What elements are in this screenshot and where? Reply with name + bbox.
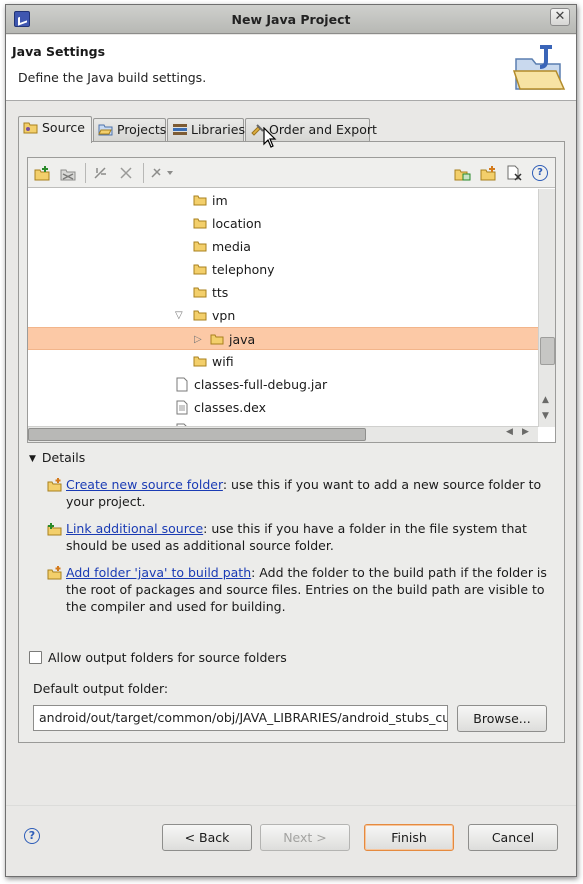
scroll-up-arrow-icon[interactable]: ▲ [542,395,549,405]
close-button[interactable]: ✕ [550,8,570,26]
remove-icon[interactable] [506,165,523,181]
create-folder-icon [47,478,62,492]
wizard-header: Java Settings Define the Java build sett… [6,35,576,101]
folder-icon [193,218,207,229]
tree-item-label: classes-full-debug.jar [194,377,328,392]
configure-dropdown-icon[interactable] [150,165,176,181]
vertical-scroll-thumb[interactable] [540,337,555,365]
remove-link-icon[interactable] [118,165,135,181]
tab-libraries[interactable]: Libraries [167,118,245,142]
detail-add-to-build-path: Add folder 'java' to build path: Add the… [47,564,552,615]
libraries-icon [173,124,187,135]
tree-item[interactable]: telephony [28,258,538,281]
tab-projects-label: Projects [117,122,167,137]
add-source-folder-icon[interactable] [34,165,51,181]
browse-button[interactable]: Browse... [457,705,547,732]
detail-create-source-folder: Create new source folder: use this if yo… [47,476,552,510]
tree-item-label: media [212,239,251,254]
page-subtitle: Define the Java build settings. [18,70,207,85]
link-source-folder-icon [47,523,62,536]
tree-item[interactable]: wifi [28,350,538,373]
tree-item[interactable]: media [28,235,538,258]
tree-item[interactable]: location [28,212,538,235]
folder-icon [193,241,207,252]
footer-divider [6,805,576,806]
tree-item-label: java [229,332,256,347]
expand-arrow-icon[interactable]: ▷ [194,328,202,351]
next-button[interactable]: Next > [260,824,350,851]
tree-item-label: location [212,216,262,231]
details-toggle[interactable]: ▼ Details [29,450,85,465]
output-folder-value: android/out/target/common/obj/JAVA_LIBRA… [39,710,448,725]
tree-toolbar: ? [28,158,555,188]
folder-icon [193,356,207,367]
help-icon[interactable]: ? [24,828,40,844]
collapse-arrow-icon[interactable]: ▽ [175,304,183,327]
page-title: Java Settings [12,44,106,59]
jar-file-icon [176,377,188,392]
mouse-pointer-icon [263,127,277,148]
add-to-build-path-link[interactable]: Add folder 'java' to build path [66,565,251,580]
remove-source-folder-icon[interactable] [60,165,77,181]
link-additional-source-link[interactable]: Link additional source [66,521,203,536]
tree-item[interactable]: im [28,189,538,212]
tab-libraries-label: Libraries [191,122,245,137]
tab-projects[interactable]: Projects [93,118,166,142]
tree-horizontal-scrollbar[interactable]: ◀ ▶ [28,426,538,442]
tree-item[interactable]: classes.dex [28,396,538,419]
java-folder-banner-icon [512,45,566,90]
tree-item[interactable]: ▽ vpn [28,304,538,327]
default-output-folder-label: Default output folder: [33,681,169,696]
create-source-folder-link[interactable]: Create new source folder [66,477,223,492]
folder-icon [193,264,207,275]
details-label: Details [41,450,86,465]
detail-link-additional-source: Link additional source: use this if you … [47,520,552,554]
allow-output-folders-checkbox[interactable]: Allow output folders for source folders [29,650,287,665]
source-tab-panel: ? im location media telephony tts ▽ vpn … [18,141,565,743]
default-output-folder-field[interactable]: android/out/target/common/obj/JAVA_LIBRA… [33,705,448,731]
source-folder-icon [23,122,38,134]
link-source-icon[interactable] [92,165,109,181]
tree-help-icon[interactable]: ? [532,165,548,181]
window-title: New Java Project [231,12,351,27]
tree-item-label: classes.dex [194,400,267,415]
projects-icon [98,124,113,136]
allow-output-folders-label: Allow output folders for source folders [48,650,287,665]
folder-icon [193,195,207,206]
tree-vertical-scrollbar[interactable]: ▲ ▼ [538,189,555,427]
tree-item-label: vpn [212,308,236,323]
scroll-left-arrow-icon[interactable]: ◀ [506,427,513,437]
tree-item-label: wifi [212,354,234,369]
folder-icon [210,334,224,345]
add-build-path-icon [47,566,62,580]
cancel-button[interactable]: Cancel [468,824,558,851]
new-folder-icon[interactable] [454,165,471,181]
tree-item[interactable]: classes-full-debug.jar [28,373,538,396]
tab-source[interactable]: Source [18,116,92,143]
checkbox[interactable] [29,651,42,664]
toolbar-separator [85,163,86,183]
tab-source-label: Source [42,120,85,135]
dialog-window: New Java Project ✕ Java Settings Define … [5,4,577,877]
folder-icon [193,287,207,298]
tree-item-label: im [212,193,228,208]
details-expand-icon: ▼ [29,454,36,464]
source-tree: im location media telephony tts ▽ vpn ▷ … [28,189,538,427]
tree-item-label: tts [212,285,229,300]
folder-icon [193,310,207,321]
title-bar[interactable]: New Java Project ✕ [6,5,576,34]
tree-item-selected[interactable]: ▷ java [28,327,538,350]
scroll-right-arrow-icon[interactable]: ▶ [522,427,529,437]
tree-item-label: telephony [212,262,275,277]
scroll-down-arrow-icon[interactable]: ▼ [542,411,549,421]
file-icon [176,400,188,415]
source-tree-container: ? im location media telephony tts ▽ vpn … [27,157,556,443]
finish-button[interactable]: Finish [364,824,454,851]
back-button[interactable]: < Back [162,824,252,851]
tab-order-export-label: Order and Export [269,122,377,137]
tree-item[interactable]: tts [28,281,538,304]
horizontal-scroll-thumb[interactable] [28,428,366,441]
add-folder-icon[interactable] [480,165,497,181]
toolbar-separator [143,163,144,183]
